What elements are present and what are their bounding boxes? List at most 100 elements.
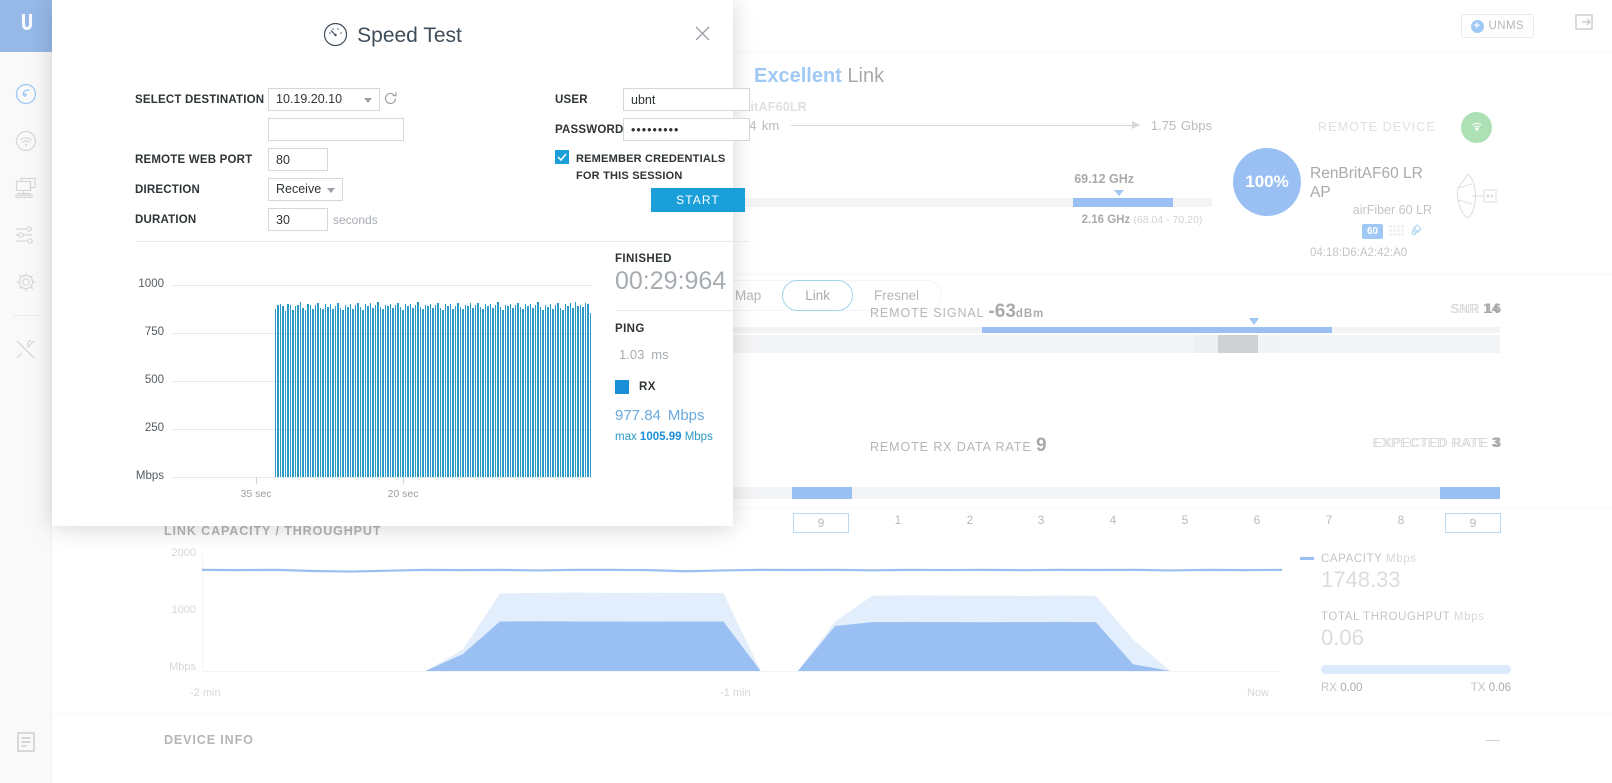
chart-bar bbox=[309, 305, 312, 477]
remember-credentials-checkbox[interactable] bbox=[555, 150, 569, 164]
chart-bar bbox=[367, 306, 369, 477]
web-port-input[interactable] bbox=[268, 148, 328, 171]
duration-input[interactable] bbox=[268, 208, 328, 231]
chart-bar bbox=[337, 302, 339, 477]
refresh-icon[interactable] bbox=[383, 91, 398, 111]
chart-bar bbox=[379, 307, 382, 477]
modal-divider bbox=[135, 241, 750, 242]
max-number: 1005.99 bbox=[639, 431, 682, 443]
chart-bar bbox=[307, 303, 309, 477]
chart-bar bbox=[314, 305, 317, 477]
chart-bar bbox=[509, 304, 512, 477]
chart-bar bbox=[334, 305, 337, 477]
chart-bar bbox=[289, 304, 292, 477]
chart-bar bbox=[497, 302, 499, 477]
chart-bar bbox=[274, 308, 277, 477]
chart-bar bbox=[312, 309, 314, 477]
chart-bar bbox=[519, 306, 522, 477]
modal-title-text: Speed Test bbox=[357, 24, 462, 47]
chart-bar bbox=[329, 303, 332, 477]
duration-unit: seconds bbox=[333, 213, 378, 227]
dest-ip-select[interactable]: 10.19.20.10 bbox=[268, 88, 380, 111]
speedometer-icon bbox=[323, 22, 348, 53]
chart-bar bbox=[559, 307, 562, 477]
finished-main: 00:29 bbox=[615, 267, 678, 295]
rx-legend: RX bbox=[615, 380, 755, 394]
results-divider bbox=[615, 310, 748, 311]
duration-label: DURATION bbox=[135, 214, 197, 226]
chart-bar bbox=[549, 303, 552, 477]
password-input[interactable] bbox=[623, 118, 750, 141]
ping-label: PING bbox=[615, 323, 645, 335]
speed-test-modal: Speed Test SELECT DESTINATION IP 10.19.2… bbox=[52, 0, 750, 526]
chart-bar bbox=[417, 302, 419, 477]
chart-bar bbox=[569, 303, 572, 477]
chart-bar bbox=[437, 303, 439, 477]
user-label: USER bbox=[555, 94, 588, 106]
chart-bar bbox=[397, 302, 399, 477]
dest-ip-custom-input[interactable] bbox=[268, 118, 404, 141]
close-icon[interactable] bbox=[694, 25, 711, 47]
chart-bar bbox=[547, 306, 549, 477]
chevron-down-icon bbox=[327, 188, 335, 193]
chart-bar bbox=[527, 305, 529, 477]
chart-bar bbox=[364, 304, 367, 477]
y-axis-label: 250 bbox=[144, 422, 164, 434]
chevron-down-icon bbox=[364, 98, 372, 103]
chart-bar bbox=[354, 305, 357, 477]
rx-color-swatch bbox=[615, 380, 629, 394]
chart-bar bbox=[352, 308, 354, 477]
direction-select[interactable]: Receive bbox=[268, 178, 343, 201]
chart-bar bbox=[279, 304, 282, 477]
chart-bar bbox=[557, 302, 559, 477]
chart-bar bbox=[287, 303, 289, 477]
chart-bar bbox=[524, 304, 527, 477]
chart-bar bbox=[422, 309, 424, 477]
speed-test-chart: 1000 750 500 250 Mbps 35 sec 20 sec bbox=[136, 278, 592, 500]
chart-bar bbox=[419, 306, 422, 477]
chart-bar bbox=[447, 306, 449, 477]
chart-bar bbox=[572, 308, 574, 477]
direction-label: DIRECTION bbox=[135, 184, 201, 196]
chart-bar bbox=[574, 302, 577, 477]
chart-bar bbox=[332, 308, 334, 477]
chart-bar bbox=[434, 305, 437, 477]
chart-bar bbox=[562, 309, 564, 477]
chart-bar bbox=[359, 307, 362, 477]
chart-bar bbox=[347, 306, 349, 477]
x-axis-label: 20 sec bbox=[387, 488, 419, 500]
chart-bar bbox=[322, 309, 324, 477]
chart-bar bbox=[532, 308, 534, 477]
rx-unit: Mbps bbox=[667, 407, 705, 424]
user-input[interactable] bbox=[623, 88, 750, 111]
chart-bar bbox=[577, 305, 579, 477]
chart-bar bbox=[444, 304, 447, 477]
rx-legend-label: RX bbox=[639, 381, 656, 393]
ping-value: 1.03 ms bbox=[615, 337, 755, 366]
chart-bar bbox=[394, 305, 397, 477]
start-button[interactable]: START bbox=[651, 188, 745, 212]
chart-bar bbox=[579, 304, 582, 477]
ping-unit: ms bbox=[651, 347, 669, 362]
chart-bar bbox=[349, 304, 352, 477]
chart-bar bbox=[439, 307, 442, 477]
direction-value: Receive bbox=[276, 182, 322, 196]
chart-bar bbox=[477, 302, 479, 477]
chart-bar bbox=[292, 309, 294, 477]
chart-bar bbox=[299, 301, 302, 477]
chart-bar bbox=[482, 308, 484, 477]
x-tick bbox=[256, 477, 257, 484]
chart-bar bbox=[564, 304, 567, 477]
chart-bar bbox=[442, 309, 444, 477]
chart-bar bbox=[539, 307, 542, 477]
chart-bar bbox=[474, 304, 477, 477]
speed-test-results: FINISHED 00:29:964 PING 1.03 ms RX 977.8… bbox=[615, 253, 755, 443]
chart-bar bbox=[407, 306, 409, 477]
chart-bar bbox=[457, 302, 459, 477]
dest-ip-label: SELECT DESTINATION IP bbox=[135, 94, 279, 106]
chart-bar bbox=[372, 308, 374, 477]
finished-value: 00:29:964 bbox=[615, 267, 755, 296]
chart-bar bbox=[529, 303, 532, 477]
chart-bar bbox=[304, 309, 307, 477]
chart-bar bbox=[502, 310, 504, 477]
